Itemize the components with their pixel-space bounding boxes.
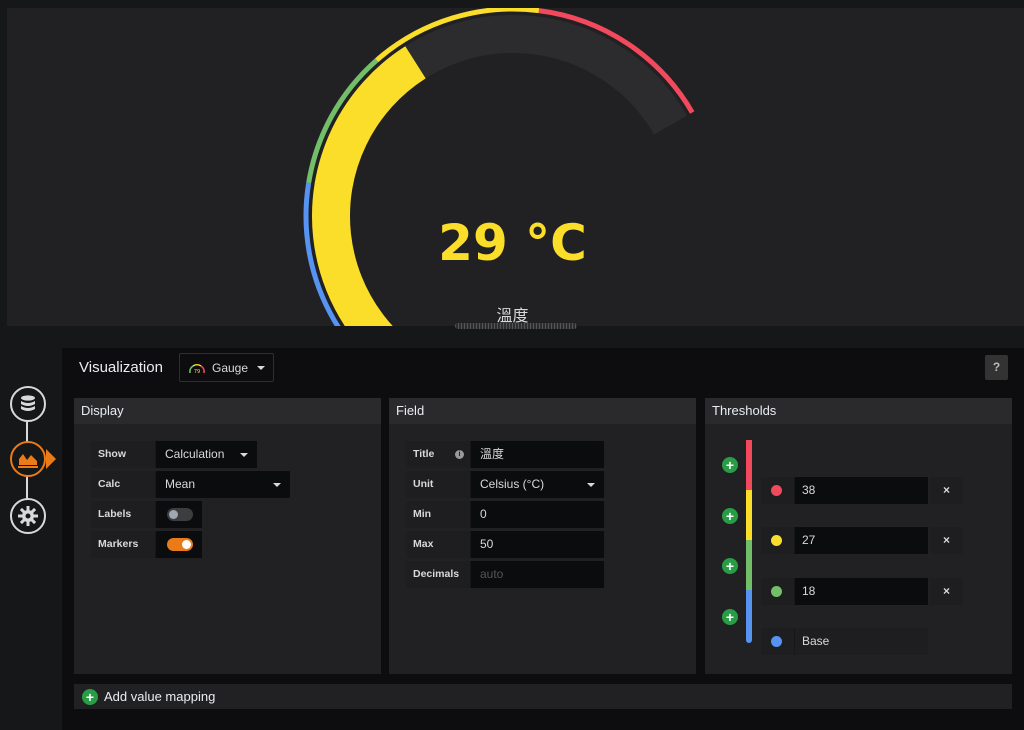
calc-select[interactable]: Mean [156,471,290,498]
add-threshold-button[interactable]: + [722,558,738,574]
add-threshold-button[interactable]: + [722,609,738,625]
threshold-color-bar [746,590,752,643]
threshold-color-picker[interactable] [761,527,794,554]
remove-threshold-button[interactable]: × [930,477,963,504]
add-threshold-button[interactable]: + [722,457,738,473]
gauge-value: 29 °C [438,214,587,272]
unit-select[interactable]: Celsius (°C) [471,471,604,498]
chevron-down-icon [273,483,281,487]
help-button[interactable]: ? [985,355,1008,380]
labels-label: Labels [91,501,156,528]
markers-toggle[interactable] [167,538,193,551]
markers-label: Markers [91,531,156,558]
info-icon[interactable]: i [455,450,464,459]
show-row: Show Calculation [91,441,257,468]
field-title-label: Title i [406,441,471,468]
min-label: Min [406,501,471,528]
threshold-color-bar [746,540,752,590]
toggle-knob [169,510,178,519]
max-row: Max 50 [406,531,604,558]
add-threshold-button[interactable]: + [722,508,738,524]
gear-icon [18,506,38,526]
show-label: Show [91,441,156,468]
chevron-down-icon [257,366,265,370]
database-icon [21,395,35,411]
min-row: Min 0 [406,501,604,528]
min-input[interactable]: 0 [471,501,604,528]
queries-nav-button[interactable] [10,386,46,422]
visualization-select-value: Gauge [212,360,249,375]
threshold-row: 18 × [761,578,963,605]
threshold-row: 38 × [761,477,963,504]
gauge-chart [303,8,695,326]
decimals-label: Decimals [406,561,471,588]
threshold-color-picker[interactable] [761,628,794,655]
max-input[interactable]: 50 [471,531,604,558]
threshold-base-value: Base [794,628,928,655]
add-value-mapping-bar[interactable]: + Add value mapping [74,684,1012,709]
active-nav-arrow [46,449,56,469]
color-dot [771,485,782,496]
remove-threshold-button[interactable]: × [930,527,963,554]
color-dot [771,535,782,546]
threshold-value-input[interactable]: 27 [794,527,928,554]
threshold-row: Base [761,628,928,655]
general-nav-button[interactable] [10,498,46,534]
labels-switch-box [156,501,202,528]
unit-row: Unit Celsius (°C) [406,471,604,498]
field-title-label-text: Title [413,448,435,460]
chevron-down-icon [587,483,595,487]
unit-label: Unit [406,471,471,498]
calc-row: Calc Mean [91,471,290,498]
decimals-row: Decimals auto [406,561,604,588]
threshold-value-input[interactable]: 38 [794,477,928,504]
visualization-label: Visualization [79,359,163,376]
labels-toggle[interactable] [167,508,193,521]
remove-threshold-button[interactable]: × [930,578,963,605]
threshold-color-picker[interactable] [761,477,794,504]
field-panel-title: Field [389,398,696,424]
threshold-color-bar [746,490,752,540]
field-title-input[interactable]: 溫度 [471,441,604,468]
unit-select-value: Celsius (°C) [480,477,545,491]
calc-label: Calc [91,471,156,498]
calc-select-value: Mean [165,477,196,491]
threshold-color-bar [746,440,752,490]
chevron-down-icon [240,453,248,457]
add-value-mapping-label: Add value mapping [104,689,216,704]
display-panel-title: Display [74,398,381,424]
visualization-icon [18,454,38,468]
visualization-nav-button[interactable] [10,441,46,477]
field-title-row: Title i 溫度 [406,441,604,468]
decimals-input[interactable]: auto [471,561,604,588]
markers-switch-box [156,531,202,558]
gauge-value-arc [312,46,426,326]
visualization-select[interactable]: 79 Gauge [179,353,274,382]
gauge-icon: 79 [189,363,205,375]
markers-row: Markers [91,531,202,558]
max-label: Max [406,531,471,558]
show-select[interactable]: Calculation [156,441,257,468]
threshold-row: 27 × [761,527,963,554]
toggle-knob [182,540,191,549]
show-select-value: Calculation [165,447,225,461]
threshold-color-picker[interactable] [761,578,794,605]
labels-row: Labels [91,501,202,528]
color-dot [771,586,782,597]
threshold-value-input[interactable]: 18 [794,578,928,605]
panel-resize-handle[interactable] [455,323,577,329]
thresholds-panel-title: Thresholds [705,398,1012,424]
gauge-panel: 29 °C 溫度 [7,8,1024,329]
svg-text:79: 79 [194,369,200,375]
add-icon: + [82,688,98,705]
color-dot [771,636,782,647]
